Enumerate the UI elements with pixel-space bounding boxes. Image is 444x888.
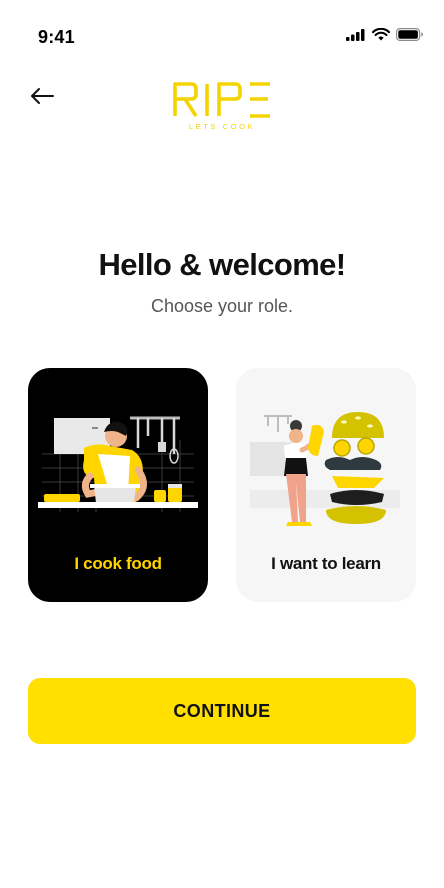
logo-letter-e: [250, 82, 270, 118]
cellular-signal-icon: [346, 28, 365, 41]
logo-wordmark: [160, 82, 284, 118]
logo-tagline: LETS COOK: [188, 122, 256, 131]
status-bar: 9:41: [0, 0, 444, 70]
status-icons: [346, 28, 424, 41]
role-label-cook: I cook food: [74, 554, 162, 573]
page-subtitle: Choose your role.: [150, 296, 294, 316]
logo-letter-p: [217, 82, 242, 116]
continue-button[interactable]: CONTINUE: [28, 678, 416, 744]
arrow-left-icon: [31, 88, 54, 104]
chef-cooking-illustration: [38, 416, 198, 512]
battery-icon: [396, 28, 423, 41]
role-card-learn[interactable]: I want to learn: [236, 368, 416, 602]
page-title: Hello & welcome!: [98, 247, 346, 282]
logo-letter-r: [173, 82, 198, 117]
role-card-cook[interactable]: I cook food: [28, 368, 208, 602]
back-button[interactable]: [26, 82, 58, 110]
ripe-logo: LETS COOK: [160, 82, 284, 134]
wifi-icon: [372, 28, 390, 41]
logo-letter-i: [205, 84, 209, 116]
burger-learner-illustration: [250, 412, 400, 526]
role-label-learn: I want to learn: [271, 554, 381, 573]
status-time: 9:41: [38, 27, 75, 47]
